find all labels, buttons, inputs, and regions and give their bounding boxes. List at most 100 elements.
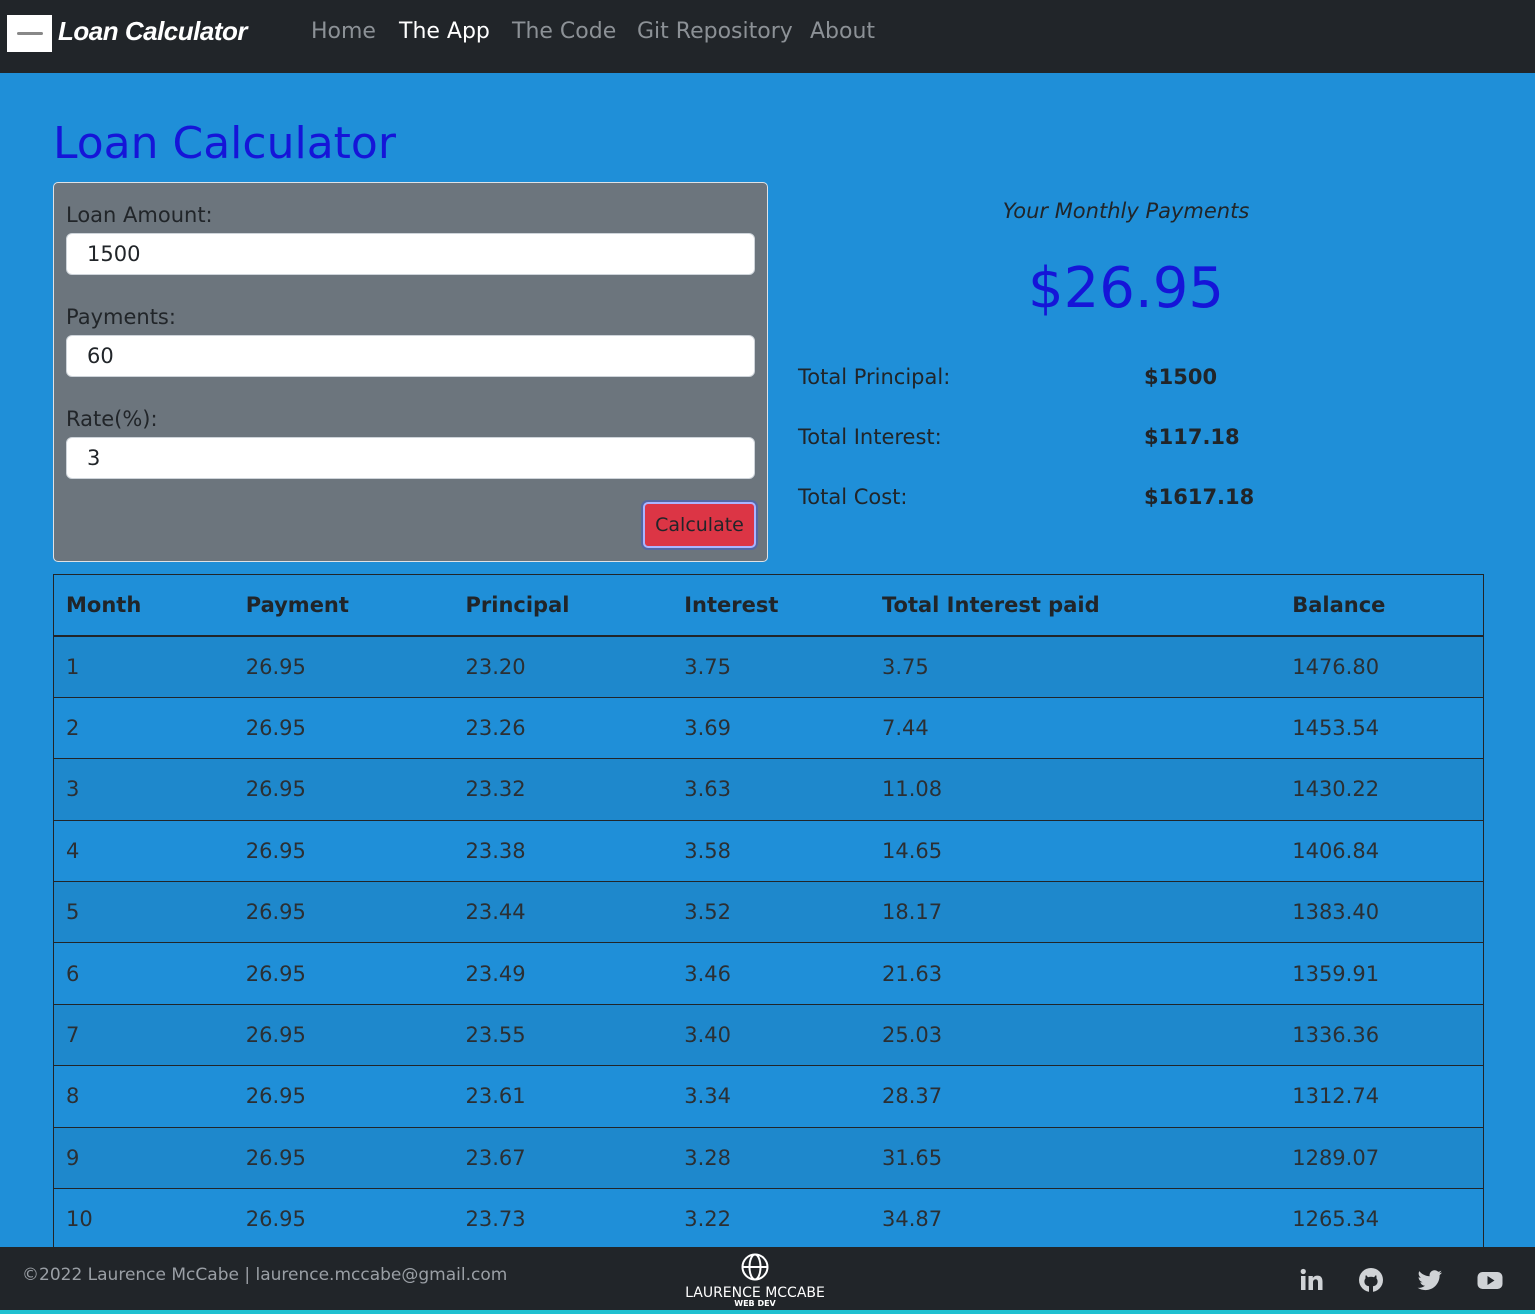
cell-payment: 26.95 (233, 636, 454, 698)
table-row: 7 26.95 23.55 3.40 25.03 1336.36 (54, 1004, 1483, 1067)
total-cost-label: Total Cost: (798, 485, 908, 509)
cell-principal: 23.32 (453, 758, 673, 821)
cell-balance: 1430.22 (1280, 758, 1483, 821)
table-row: 10 26.95 23.73 3.22 34.87 1265.34 (54, 1188, 1483, 1248)
cell-balance: 1383.40 (1280, 881, 1483, 944)
rate-input[interactable] (66, 437, 755, 479)
cell-principal: 23.20 (453, 636, 673, 698)
table-row: 8 26.95 23.61 3.34 28.37 1312.74 (54, 1065, 1483, 1128)
footer-copyright: ©2022 Laurence McCabe | laurence.mccabe@… (22, 1265, 508, 1285)
github-icon[interactable] (1357, 1266, 1385, 1294)
cell-total-interest-paid: 18.17 (870, 881, 1281, 944)
cell-interest: 3.52 (672, 881, 870, 944)
amortization-table: Month Payment Principal Interest Total I… (54, 575, 1483, 1248)
table-row: 5 26.95 23.44 3.52 18.17 1383.40 (54, 881, 1483, 944)
total-principal-label: Total Principal: (798, 365, 951, 389)
cell-balance: 1312.74 (1280, 1065, 1483, 1128)
brand-logo-mark (16, 32, 43, 35)
youtube-icon[interactable] (1476, 1266, 1504, 1294)
cell-principal: 23.38 (453, 820, 673, 883)
cell-total-interest-paid: 31.65 (870, 1127, 1281, 1190)
cell-month: 4 (54, 820, 234, 883)
page-title: Loan Calculator (53, 118, 396, 169)
header-total-interest-paid: Total Interest paid (870, 575, 1281, 637)
cell-total-interest-paid: 14.65 (870, 820, 1281, 883)
cell-interest: 3.75 (672, 636, 870, 698)
cell-principal: 23.55 (453, 1004, 673, 1067)
table-row: 4 26.95 23.38 3.58 14.65 1406.84 (54, 820, 1483, 883)
table-row: 3 26.95 23.32 3.63 11.08 1430.22 (54, 758, 1483, 821)
cell-balance: 1265.34 (1280, 1188, 1483, 1248)
cell-payment: 26.95 (233, 1188, 454, 1248)
cell-balance: 1406.84 (1280, 820, 1483, 883)
cell-total-interest-paid: 7.44 (870, 697, 1281, 760)
cell-month: 1 (54, 636, 234, 698)
table-body: 1 26.95 23.20 3.75 3.75 1476.80 2 26.95 23.26 3.6… (54, 636, 1483, 1248)
cell-balance: 1453.54 (1280, 697, 1483, 760)
header-principal: Principal (453, 575, 673, 637)
cell-balance: 1336.36 (1280, 1004, 1483, 1067)
table-row: 6 26.95 23.49 3.46 21.63 1359.91 (54, 942, 1483, 1005)
calculate-button[interactable]: Calculate (643, 502, 756, 548)
cell-interest: 3.69 (672, 697, 870, 760)
total-interest-value: $117.18 (1144, 425, 1240, 449)
nav-link-the-app[interactable]: The App (399, 19, 490, 44)
table-row: 1 26.95 23.20 3.75 3.75 1476.80 (54, 636, 1483, 698)
cell-month: 10 (54, 1188, 234, 1248)
cell-interest: 3.63 (672, 758, 870, 821)
cell-principal: 23.44 (453, 881, 673, 944)
cell-payment: 26.95 (233, 1065, 454, 1128)
cell-principal: 23.67 (453, 1127, 673, 1190)
brand-logo[interactable] (7, 15, 52, 52)
cell-payment: 26.95 (233, 1127, 454, 1190)
cell-month: 5 (54, 881, 234, 944)
cell-principal: 23.26 (453, 697, 673, 760)
cell-total-interest-paid: 11.08 (870, 758, 1281, 821)
rate-label: Rate(%): (66, 407, 158, 431)
monthly-payment-amount: $26.95 (1028, 256, 1224, 321)
table-header-row: Month Payment Principal Interest Total I… (54, 575, 1483, 637)
footer-logo[interactable]: LAURENCE MCCABE WEB DEV (680, 1252, 830, 1308)
table-row: 2 26.95 23.26 3.69 7.44 1453.54 (54, 697, 1483, 760)
loan-amount-input[interactable] (66, 233, 755, 275)
cell-interest: 3.40 (672, 1004, 870, 1067)
cell-month: 6 (54, 942, 234, 1005)
cell-month: 3 (54, 758, 234, 821)
cell-total-interest-paid: 25.03 (870, 1004, 1281, 1067)
table-row: 9 26.95 23.67 3.28 31.65 1289.07 (54, 1127, 1483, 1190)
cell-balance: 1289.07 (1280, 1127, 1483, 1190)
payments-input[interactable] (66, 335, 755, 377)
cell-total-interest-paid: 3.75 (870, 636, 1281, 698)
cell-payment: 26.95 (233, 881, 454, 944)
nav-link-the-code[interactable]: The Code (512, 19, 616, 44)
monthly-payments-caption: Your Monthly Payments (1002, 199, 1250, 223)
header-month: Month (54, 575, 234, 637)
cell-total-interest-paid: 34.87 (870, 1188, 1281, 1248)
cell-month: 2 (54, 697, 234, 760)
total-interest-label: Total Interest: (798, 425, 942, 449)
cell-payment: 26.95 (233, 1004, 454, 1067)
cell-principal: 23.73 (453, 1188, 673, 1248)
cell-payment: 26.95 (233, 820, 454, 883)
nav-link-home[interactable]: Home (311, 19, 376, 44)
payments-label: Payments: (66, 305, 176, 329)
nav-link-about[interactable]: About (810, 19, 875, 44)
nav-link-git-repository[interactable]: Git Repository (637, 19, 793, 44)
footer-logo-sub: WEB DEV (734, 1299, 776, 1308)
amortization-table-wrapper[interactable]: Month Payment Principal Interest Total I… (53, 574, 1484, 1249)
cell-month: 9 (54, 1127, 234, 1190)
cell-total-interest-paid: 28.37 (870, 1065, 1281, 1128)
linkedin-icon[interactable] (1298, 1266, 1326, 1294)
loan-amount-label: Loan Amount: (66, 203, 213, 227)
header-balance: Balance (1280, 575, 1483, 637)
cell-month: 8 (54, 1065, 234, 1128)
cell-principal: 23.61 (453, 1065, 673, 1128)
cell-payment: 26.95 (233, 942, 454, 1005)
cell-payment: 26.95 (233, 697, 454, 760)
cell-total-interest-paid: 21.63 (870, 942, 1281, 1005)
cell-interest: 3.34 (672, 1065, 870, 1128)
header-interest: Interest (672, 575, 870, 637)
brand-title[interactable]: Loan Calculator (58, 16, 247, 47)
twitter-icon[interactable] (1416, 1266, 1444, 1294)
footer-logo-name: LAURENCE MCCABE (685, 1285, 825, 1301)
